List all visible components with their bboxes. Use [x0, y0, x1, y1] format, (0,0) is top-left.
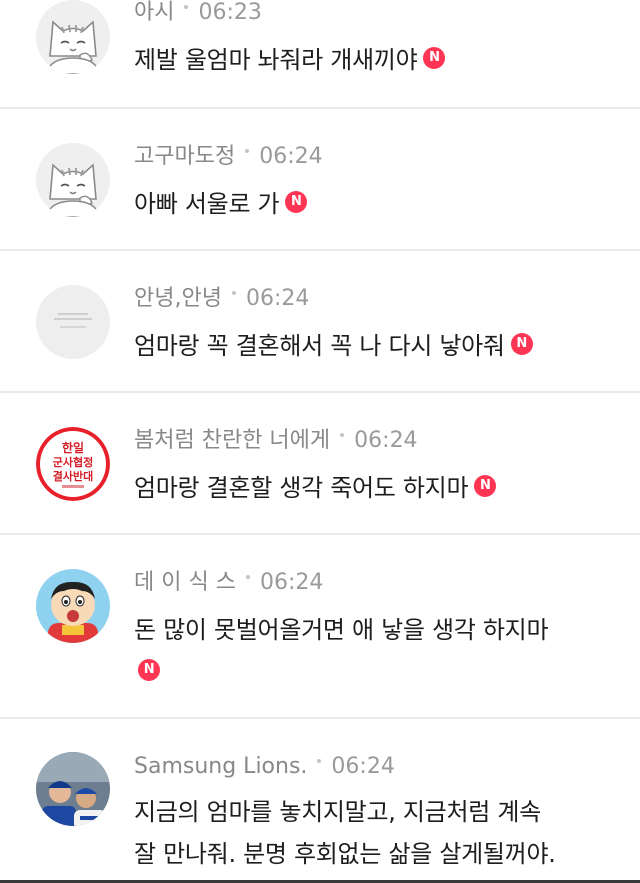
comment-list: 아시 06:23 제발 울엄마 놔줘라 개새끼야 N 고구마도정 06:24 아빠 서… [0, 0, 640, 719]
cat-avatar[interactable] [36, 143, 110, 217]
new-badge: N [423, 47, 446, 69]
baseball-players-avatar[interactable] [36, 752, 110, 826]
comment-time: 06:24 [331, 754, 395, 779]
separator-dot [231, 291, 236, 295]
separator-dot [245, 149, 250, 153]
comment-time: 06:24 [354, 428, 418, 453]
separator-dot [340, 433, 345, 437]
sticker-text-1: 한일 [62, 440, 84, 455]
cartoon-boy-avatar[interactable] [36, 569, 110, 643]
comment-item: 고구마도정 06:24 아빠 서울로 가N [0, 109, 640, 251]
comment-text: 아빠 서울로 가N [134, 183, 610, 225]
comment-item: 안녕,안녕 06:24 엄마랑 꼭 결혼해서 꼭 나 다시 낳아줘 N [0, 251, 640, 393]
separator-dot [317, 759, 322, 763]
comment-time: 06:24 [259, 570, 324, 595]
comment-nickname[interactable]: Samsung Lions. [134, 754, 307, 779]
sticker-text-3: 결사반대 [53, 469, 93, 483]
comment-text: 돈 많이 못벌어올거면 애 낳을 생각 하지마 N [134, 609, 610, 693]
cat-avatar[interactable] [36, 0, 110, 74]
grey-text-avatar[interactable] [36, 285, 110, 359]
comment-item: 한일 군사협정 결사반대 봄처럼 찬란한 너에게 06:24 엄마랑 결혼할 생각… [0, 393, 640, 535]
protest-sticker-avatar[interactable]: 한일 군사협정 결사반대 [36, 427, 110, 501]
comment-text-content: 아빠 서울로 가 [134, 190, 280, 218]
comment-text-content: 제발 울엄마 놔줘라 개새끼야 [134, 46, 418, 74]
separator-dot [245, 575, 250, 579]
comment-nickname[interactable]: 안녕,안녕 [134, 286, 222, 311]
comment-text-line: 잘 만나줘. 분명 후회없는 삶을 살게될꺼야. [134, 840, 556, 868]
comment-text: 엄마랑 결혼할 생각 죽어도 하지마 N [134, 467, 610, 509]
comment-nickname[interactable]: 봄처럼 찬란한 너에게 [134, 428, 330, 453]
comment-text-content: 돈 많이 못벌어올거면 애 낳을 생각 하지마 [134, 616, 549, 644]
comment-time: 06:23 [198, 0, 262, 25]
separator-dot [184, 5, 189, 9]
comment-text-line: 지금의 엄마를 놓치지말고, 지금처럼 계속 [134, 798, 541, 826]
comment-nickname[interactable]: 아시 [134, 0, 174, 25]
comment-nickname[interactable]: 데 이 식 스 [134, 570, 236, 595]
comment-item: 아시 06:23 제발 울엄마 놔줘라 개새끼야 N [0, 0, 640, 109]
new-badge: N [510, 333, 533, 355]
comment-time: 06:24 [245, 286, 310, 311]
comment-text-content: 엄마랑 결혼할 생각 죽어도 하지마 [134, 474, 469, 502]
comment-time: 06:24 [259, 144, 323, 169]
comment-item: Samsung Lions. 06:24 지금의 엄마를 놓치지말고, 지금처럼 … [0, 719, 640, 883]
comment-text: 지금의 엄마를 놓치지말고, 지금처럼 계속 잘 만나줘. 분명 후회없는 삶을… [134, 791, 610, 875]
comment-nickname[interactable]: 고구마도정 [134, 144, 235, 169]
new-badge: N [138, 659, 160, 681]
new-badge: N [474, 475, 497, 497]
new-badge: N [285, 191, 308, 213]
comment-text-content: 엄마랑 꼭 결혼해서 꼭 나 다시 낳아줘 [134, 332, 505, 360]
comment-item: 데 이 식 스 06:24 돈 많이 못벌어올거면 애 낳을 생각 하지마 N [0, 535, 640, 719]
comment-text: 엄마랑 꼭 결혼해서 꼭 나 다시 낳아줘 N [134, 325, 610, 367]
comment-text: 제발 울엄마 놔줘라 개새끼야 N [134, 39, 610, 81]
sticker-text-2: 군사협정 [53, 455, 93, 469]
